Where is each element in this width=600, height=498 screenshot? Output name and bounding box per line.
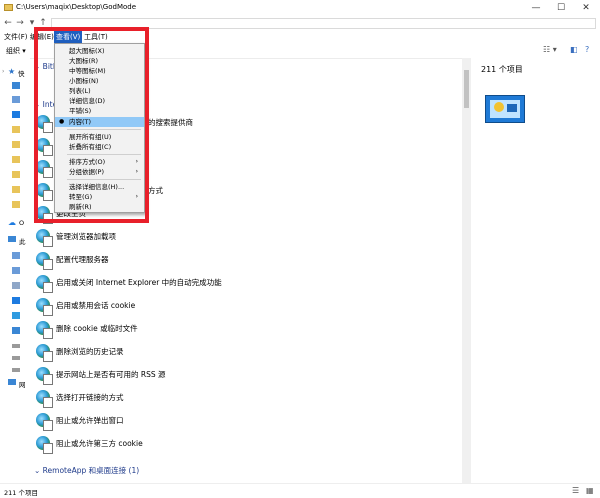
nav-item[interactable]: [2, 340, 30, 351]
highlight-box: [34, 27, 149, 223]
music-icon: [12, 312, 20, 319]
preview-pane-icon[interactable]: ◧: [570, 45, 578, 54]
star-icon: ★: [8, 67, 16, 76]
list-item[interactable]: 删除浏览的历史记录: [36, 341, 456, 362]
details-pane: 211 个项目: [471, 58, 600, 483]
menu-file[interactable]: 文件(F): [2, 31, 30, 43]
nav-item[interactable]: [2, 154, 30, 165]
group-header[interactable]: ⌄ RemoteApp 和桌面连接 (1): [34, 465, 139, 476]
nav-item[interactable]: [2, 364, 30, 375]
folder-icon: [12, 126, 20, 133]
vertical-scrollbar[interactable]: [462, 58, 471, 483]
nav-network[interactable]: 网: [2, 378, 30, 389]
download-icon: [12, 297, 20, 304]
network-icon: [8, 379, 16, 385]
document-icon: [12, 96, 20, 103]
nav-item[interactable]: [2, 280, 30, 291]
nav-item[interactable]: [2, 80, 30, 91]
organize-button[interactable]: 组织 ▾: [6, 46, 26, 56]
folder-icon: [12, 186, 20, 193]
list-item[interactable]: 阻止或允许第三方 cookie: [36, 433, 456, 454]
computer-icon: [8, 236, 16, 242]
window-title: C:\Users\maqix\Desktop\GodMode: [16, 3, 137, 11]
internet-options-icon: [36, 229, 53, 247]
large-icons-view-icon[interactable]: ▦: [586, 486, 594, 495]
details-view-icon[interactable]: ☰: [572, 486, 579, 495]
drive-icon: [12, 344, 20, 348]
list-item[interactable]: 提示网站上是否有可用的 RSS 源: [36, 364, 456, 385]
list-item[interactable]: 管理浏览器加载项: [36, 226, 456, 247]
item-count: 211 个项目: [481, 65, 523, 74]
list-item[interactable]: 启用或关闭 Internet Explorer 中的自动完成功能: [36, 272, 456, 293]
forward-icon[interactable]: →: [15, 17, 25, 29]
nav-item[interactable]: [2, 250, 30, 261]
nav-item[interactable]: [2, 94, 30, 105]
internet-options-icon: [36, 321, 53, 339]
folder-icon: [12, 156, 20, 163]
nav-item[interactable]: [2, 325, 30, 336]
help-icon[interactable]: ?: [585, 45, 589, 54]
desktop-icon: [12, 82, 20, 89]
nav-onedrive[interactable]: ☁ O: [2, 218, 30, 229]
internet-options-icon: [36, 413, 53, 431]
picture-icon: [12, 267, 20, 274]
list-item[interactable]: 启用或禁用会话 cookie: [36, 295, 456, 316]
list-item[interactable]: 配置代理服务器: [36, 249, 456, 270]
view-options-icon[interactable]: ☷ ▾: [543, 45, 557, 54]
download-icon: [12, 111, 20, 118]
nav-item[interactable]: [2, 199, 30, 210]
control-panel-icon: [485, 95, 525, 123]
list-item[interactable]: 阻止或允许弹出窗口: [36, 410, 456, 431]
cloud-icon: ☁: [8, 218, 16, 227]
nav-item[interactable]: [2, 352, 30, 363]
drive-icon: [12, 356, 20, 360]
nav-item[interactable]: [2, 124, 30, 135]
nav-item[interactable]: [2, 169, 30, 180]
internet-options-icon: [36, 298, 53, 316]
internet-options-icon: [36, 390, 53, 408]
drive-icon: [12, 368, 20, 372]
document-icon: [12, 282, 20, 289]
title-bar: C:\Users\maqix\Desktop\GodMode — ☐ ✕: [0, 0, 600, 17]
list-item[interactable]: 选择打开链接的方式: [36, 387, 456, 408]
nav-item[interactable]: [2, 310, 30, 321]
desktop-icon: [12, 327, 20, 334]
internet-options-icon: [36, 436, 53, 454]
nav-quick-access[interactable]: › ★ 快: [2, 67, 30, 78]
internet-options-icon: [36, 344, 53, 362]
folder-icon: [4, 4, 13, 11]
folder-icon: [12, 171, 20, 178]
folder-icon: [12, 201, 20, 208]
nav-item[interactable]: [2, 109, 30, 120]
back-icon[interactable]: ←: [3, 17, 13, 29]
status-bar: 211 个项目 ☰ ▦: [0, 483, 600, 498]
nav-item[interactable]: [2, 265, 30, 276]
scrollbar-thumb[interactable]: [464, 70, 469, 108]
folder-icon: [12, 141, 20, 148]
maximize-button[interactable]: ☐: [549, 1, 573, 15]
internet-options-icon: [36, 367, 53, 385]
list-item[interactable]: 删除 cookie 或临时文件: [36, 318, 456, 339]
video-icon: [12, 252, 20, 259]
close-button[interactable]: ✕: [574, 1, 598, 15]
nav-this-pc[interactable]: 此: [2, 235, 30, 246]
navigation-pane: › ★ 快 ☁ O 此 网: [0, 58, 30, 483]
nav-item[interactable]: [2, 184, 30, 195]
nav-item[interactable]: [2, 295, 30, 306]
internet-options-icon: [36, 275, 53, 293]
nav-item[interactable]: [2, 139, 30, 150]
internet-options-icon: [36, 252, 53, 270]
status-count: 211 个项目: [4, 489, 38, 497]
minimize-button[interactable]: —: [524, 1, 548, 15]
